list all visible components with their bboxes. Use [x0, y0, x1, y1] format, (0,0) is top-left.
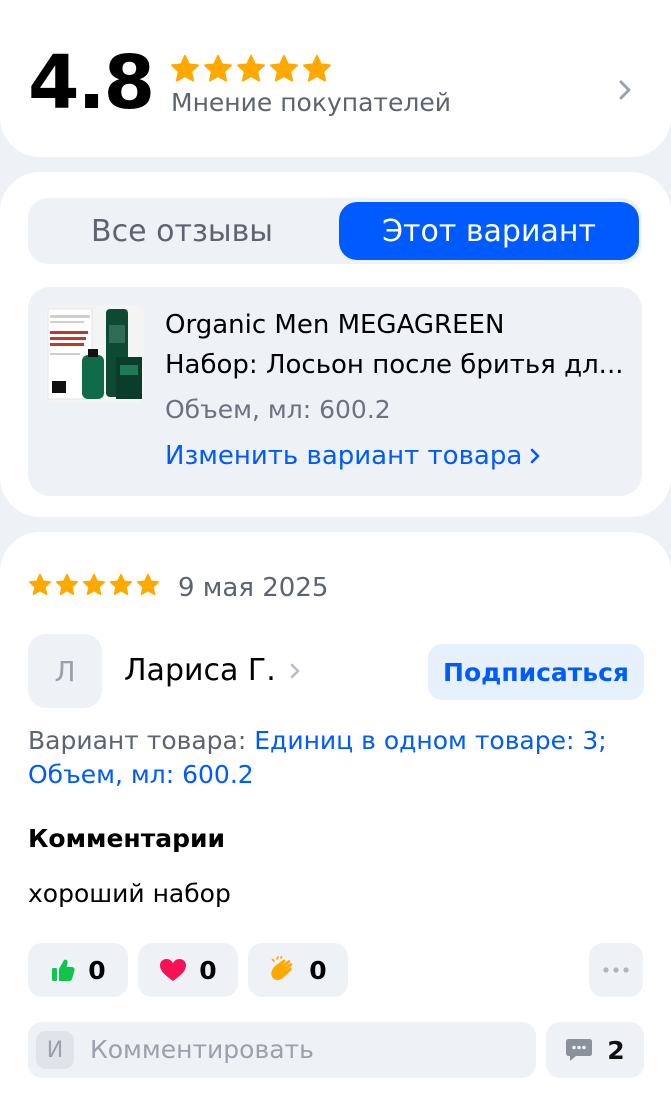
average-rating: 4.8 [28, 40, 155, 126]
tab-this-variant[interactable]: Этот вариант [339, 202, 639, 260]
like-count: 0 [88, 955, 106, 985]
heart-count: 0 [199, 955, 217, 985]
product-volume: Объем, мл: 600.2 [165, 395, 391, 424]
subscribe-button[interactable]: Подписаться [428, 644, 644, 700]
comment-bubble-icon [566, 1039, 593, 1061]
tab-all-reviews[interactable]: Все отзывы [32, 202, 332, 260]
review-card: 9 мая 2025 Л Лариса Г. Подписаться Вариа… [0, 532, 671, 1112]
star-icon [204, 54, 232, 82]
comments-count: 2 [607, 1035, 625, 1065]
clap-count: 0 [309, 955, 327, 985]
product-name-line1: Organic Men MEGAGREEN [165, 310, 505, 340]
chevron-right-icon[interactable] [619, 80, 631, 100]
star-icon [109, 573, 133, 596]
change-variant-link[interactable]: Изменить вариант товара [165, 441, 540, 471]
chevron-right-icon [530, 448, 540, 464]
rating-stars [170, 54, 332, 84]
product-variant-box[interactable]: Organic Men MEGAGREEN Набор: Лосьон посл… [28, 287, 642, 496]
current-user-avatar: И [36, 1031, 74, 1069]
rating-summary-card[interactable]: 4.8 Мнение покупателей [0, 0, 671, 157]
product-name-line2: Набор: Лосьон после бритья дл... [165, 350, 624, 380]
clap-reaction-button[interactable]: 0 [248, 943, 348, 997]
like-reaction-button[interactable]: 0 [28, 943, 128, 997]
star-icon [303, 54, 331, 82]
comments-count-button[interactable]: 2 [546, 1022, 644, 1078]
comments-heading: Комментарии [28, 824, 225, 853]
rating-caption: Мнение покупателей [171, 88, 451, 117]
comment-placeholder: Комментировать [90, 1035, 314, 1064]
star-icon [237, 54, 265, 82]
product-thumbnail [46, 305, 144, 403]
star-icon [171, 54, 199, 82]
star-icon [136, 573, 160, 596]
review-stars [28, 573, 160, 597]
variant-label: Вариант товара: [28, 726, 247, 755]
star-icon [55, 573, 79, 596]
star-icon [28, 573, 52, 596]
review-comment: хороший набор [28, 879, 231, 908]
more-options-button[interactable] [589, 943, 643, 997]
heart-reaction-button[interactable]: 0 [138, 943, 238, 997]
change-variant-label: Изменить вариант товара [165, 441, 523, 471]
avatar[interactable]: Л [28, 634, 102, 708]
review-date: 9 мая 2025 [178, 573, 329, 603]
variant-filter-card: Все отзывы Этот вариант Organic Men MEGA… [0, 172, 671, 517]
clap-icon [271, 956, 293, 981]
star-icon [82, 573, 106, 596]
author-link[interactable]: Лариса Г. [124, 653, 300, 688]
author-name: Лариса Г. [124, 653, 276, 688]
review-variant-info: Вариант товара: Единиц в одном товаре: 3… [28, 724, 648, 792]
thumbs-up-icon [52, 959, 75, 981]
chevron-right-icon [290, 663, 300, 678]
review-filter-tabs: Все отзывы Этот вариант [28, 198, 642, 264]
comment-input[interactable]: И Комментировать [28, 1022, 536, 1078]
star-icon [270, 54, 298, 82]
more-dots-icon [603, 967, 629, 973]
heart-icon [160, 959, 187, 981]
